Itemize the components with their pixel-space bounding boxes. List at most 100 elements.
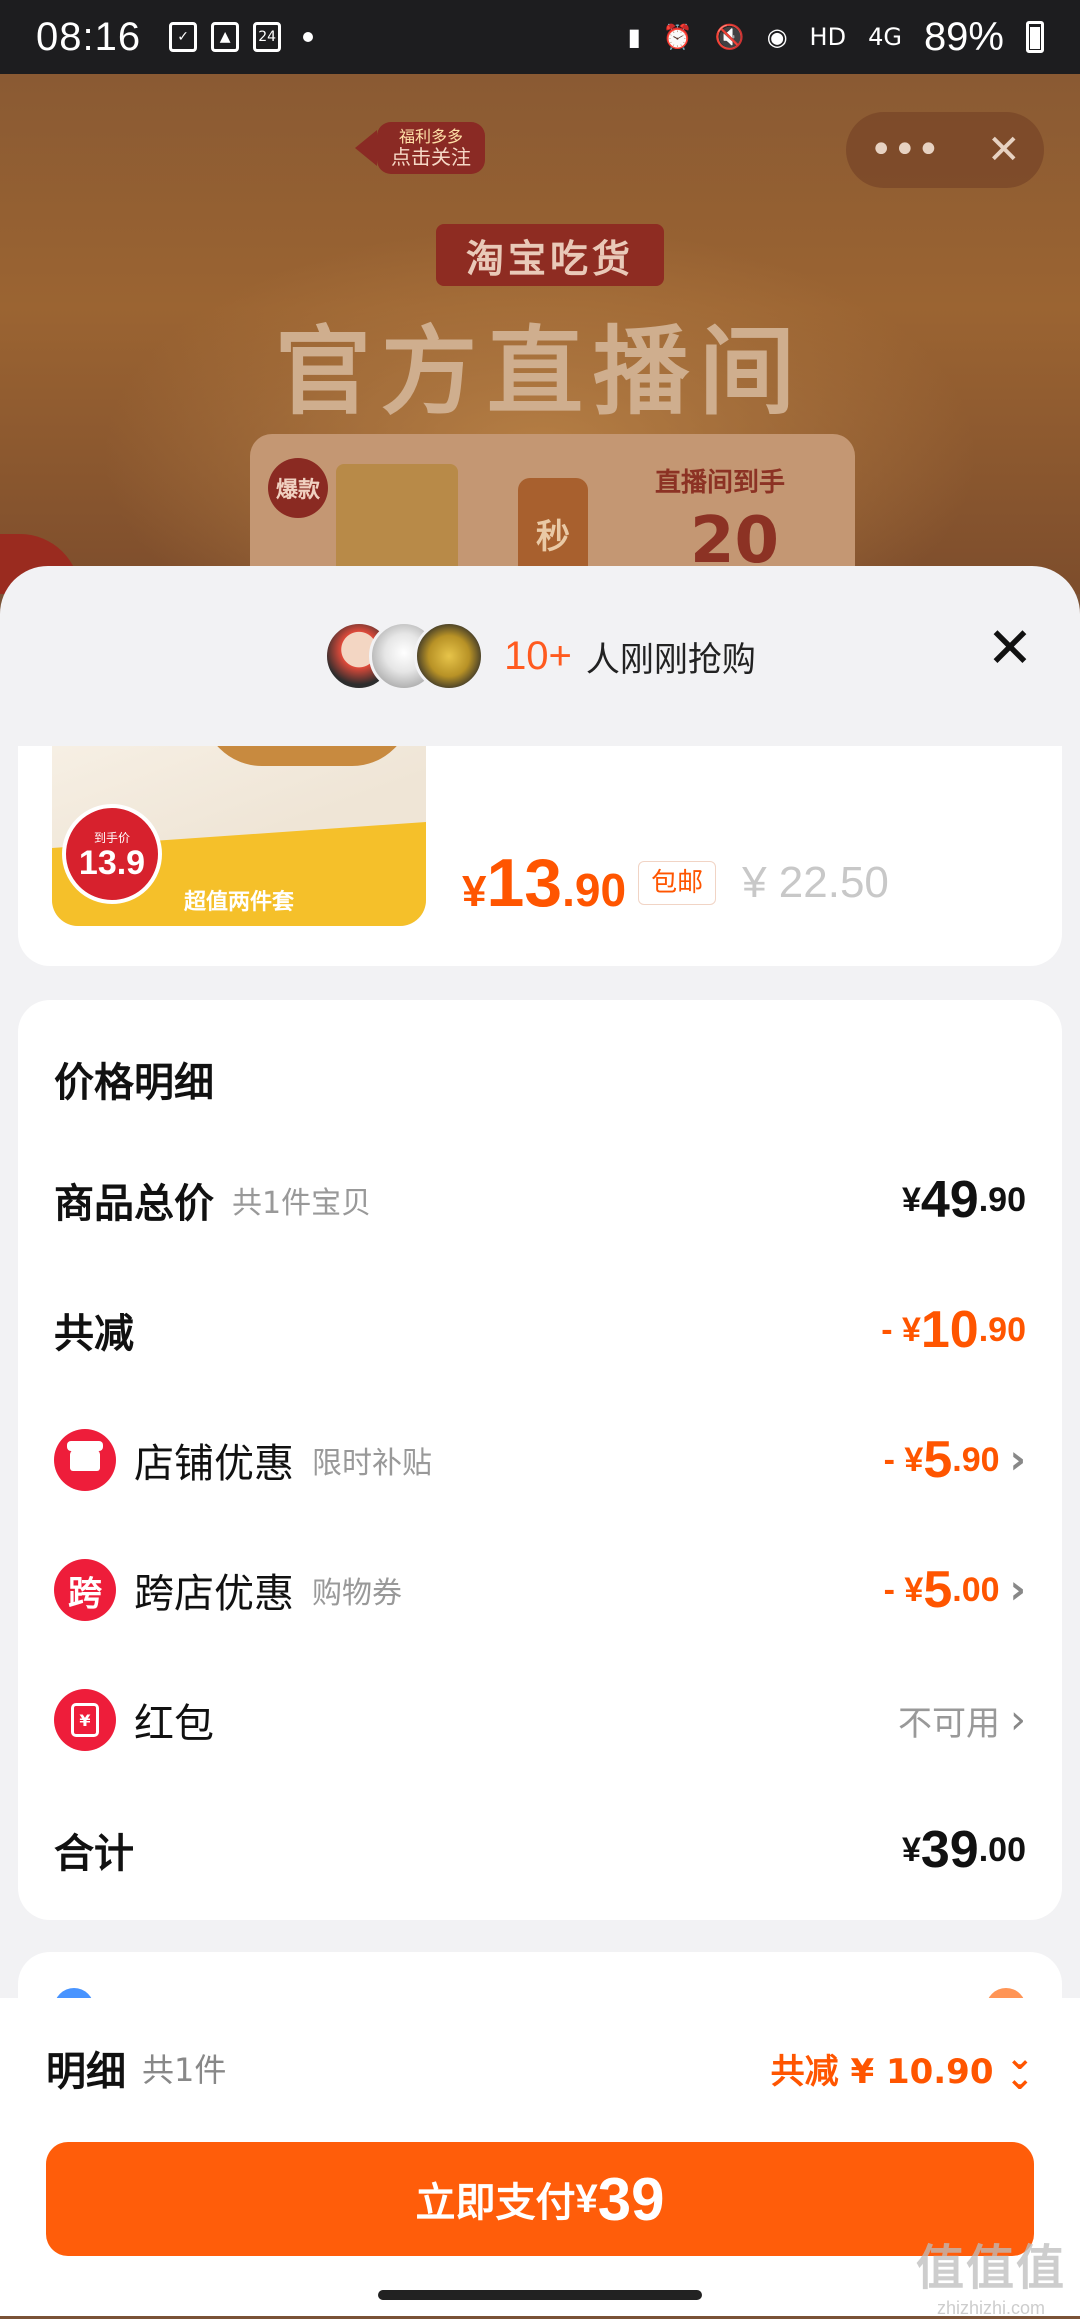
total-items-text: 共1件宝贝: [232, 1186, 372, 1221]
sim-icon: ▮: [627, 23, 641, 51]
follow-arrow-icon: [355, 129, 377, 166]
current-price-dec: .90: [562, 864, 627, 916]
home-indicator[interactable]: [378, 2290, 702, 2300]
store-icon: [54, 1429, 116, 1491]
avatar: [414, 621, 485, 691]
follow-bottom-text: 点击关注: [391, 144, 471, 169]
store-sym: - ¥: [883, 1440, 924, 1479]
red-packet-label: 红包: [134, 1701, 214, 1747]
sum-row: 合计 ¥39.00: [54, 1810, 1026, 1890]
checkbox-notification-icon: ✓: [169, 22, 198, 52]
watermark: 值值值 zhizhizhi.com: [916, 2228, 1066, 2319]
store-discount-sub: 限时补贴: [312, 1446, 432, 1481]
sheet-header: 10+ 人刚刚抢购 ✕: [0, 566, 1080, 746]
footer-detail-row[interactable]: 明细 共1件 共减 ¥ 10.90 ⌄ ⌄: [46, 2028, 1034, 2108]
discount-value: - ¥10.90: [881, 1300, 1026, 1360]
cross-store-icon: 跨: [54, 1559, 116, 1621]
status-bar: 08:16 ✓ ▲ 24 ▮ ⏰ 🔇 ◉ HD 4G 89%: [0, 0, 1080, 74]
red-packet-icon: ¥: [54, 1689, 116, 1751]
chevron-right-icon: ›: [1009, 1567, 1026, 1613]
free-shipping-tag: 包邮: [638, 861, 717, 905]
store-discount-row[interactable]: 店铺优惠 限时补贴 - ¥5.90 ›: [54, 1420, 1026, 1500]
image-notification-icon: ▲: [211, 22, 240, 52]
more-notifications-icon: [303, 32, 314, 42]
sum-sym: ¥: [901, 1830, 921, 1869]
total-sym: ¥: [901, 1180, 921, 1219]
store-dec: .90: [952, 1440, 1000, 1479]
notification-icons: ✓ ▲ 24: [169, 22, 314, 52]
discount-sym: - ¥: [881, 1310, 921, 1349]
price-detail-card: 价格明细 商品总价 共1件宝贝 ¥49.90 共减 - ¥10.90 店铺优惠 …: [18, 1000, 1062, 1920]
total-price-row: 商品总价 共1件宝贝 ¥49.90: [54, 1160, 1026, 1240]
pay-now-button[interactable]: 立即支付 ¥ 39: [46, 2142, 1034, 2256]
current-price-int: 13: [486, 845, 563, 921]
hot-badge: 爆款: [268, 458, 328, 518]
system-icons: ▮ ⏰ 🔇 ◉ HD 4G 89%: [628, 15, 1044, 60]
follow-pill[interactable]: 福利多多 点击关注: [377, 122, 485, 174]
chevron-right-icon: ›: [1010, 1697, 1026, 1743]
cross-store-label: 跨店优惠: [134, 1571, 294, 1617]
price-row: ¥13.90 包邮 ¥ 22.50: [462, 844, 889, 922]
sum-label: 合计: [54, 1831, 134, 1877]
live-controls: ••• ✕: [846, 112, 1044, 188]
hd-label: HD: [809, 23, 847, 51]
discount-label: 共减: [54, 1311, 134, 1357]
price-badge-label: 到手价: [93, 830, 130, 845]
sum-int: 39: [920, 1821, 979, 1879]
red-packet-row[interactable]: ¥ 红包 不可用 ›: [54, 1680, 1026, 1760]
follow-badge[interactable]: 福利多多 点击关注: [355, 122, 485, 174]
original-price: ¥ 22.50: [742, 858, 889, 907]
status-time: 08:16: [36, 14, 142, 59]
calendar-notification-icon: 24: [253, 22, 282, 52]
wifi-icon: ◉: [766, 23, 788, 51]
battery-percent: 89%: [923, 14, 1004, 59]
live-tag: 淘宝吃货: [436, 224, 664, 286]
close-icon[interactable]: ✕: [980, 616, 1040, 681]
live-room-background: 福利多多 点击关注 ••• ✕ 淘宝吃货 官方直播间 爆款 秒 直播间到手 20: [0, 74, 1080, 594]
buyer-avatars: [324, 621, 485, 691]
live-close-icon[interactable]: ✕: [987, 127, 1021, 173]
footer-discount-text: 共减 ¥ 10.90: [770, 2051, 994, 2092]
current-price: ¥13.90: [462, 844, 626, 922]
sheet-content[interactable]: 到手价 13.9 超值两件套 ¥13.90 包邮 ¥ 22.50 价格明细 商品…: [0, 746, 1080, 2126]
total-price-label: 商品总价: [54, 1181, 214, 1227]
cross-int: 5: [923, 1561, 953, 1619]
red-packet-status: 不可用 ›: [898, 1696, 1026, 1745]
footer-detail-label: 明细: [46, 2049, 126, 2095]
pay-button-label: 立即支付: [415, 2180, 576, 2226]
combo-label: 超值两件套: [183, 890, 294, 915]
live-title: 官方直播间: [275, 316, 805, 428]
red-packet-icon-inner: ¥: [71, 1703, 99, 1737]
red-packet-unavailable: 不可用: [898, 1703, 1000, 1744]
cross-dec: .00: [952, 1570, 1000, 1609]
cross-store-discount-row[interactable]: 跨 跨店优惠 购物券 - ¥5.00 ›: [54, 1550, 1026, 1630]
buyers-text: 人刚刚抢购: [585, 639, 756, 680]
cross-sym: - ¥: [883, 1570, 924, 1609]
total-dec: .90: [978, 1180, 1026, 1219]
promo-text: 直播间到手: [655, 468, 786, 498]
alarm-icon: ⏰: [662, 23, 693, 51]
price-badge-value: 13.9: [78, 843, 146, 882]
sum-value: ¥39.00: [902, 1820, 1026, 1880]
pay-button-symbol: ¥: [575, 2176, 598, 2221]
footer-item-count: 共1件: [142, 2051, 227, 2089]
current-price-symbol: ¥: [462, 867, 487, 916]
discount-int: 10: [920, 1301, 979, 1359]
chevron-right-icon: ›: [1009, 1437, 1026, 1483]
checkout-footer: 明细 共1件 共减 ¥ 10.90 ⌄ ⌄ 立即支付 ¥ 39 值值值 zhizh…: [0, 1998, 1080, 2319]
sum-dec: .00: [978, 1830, 1026, 1869]
store-int: 5: [923, 1431, 953, 1489]
cross-store-sub: 购物券: [312, 1576, 402, 1611]
store-discount-value: - ¥5.90 ›: [884, 1430, 1026, 1490]
signal-4g-label: 4G: [868, 23, 902, 51]
more-icon[interactable]: •••: [869, 127, 940, 173]
double-chevron-down-icon: ⌄ ⌄: [1005, 2037, 1035, 2098]
follow-top-text: 福利多多: [398, 127, 463, 146]
discount-row: 共减 - ¥10.90: [54, 1290, 1026, 1370]
discount-dec: .90: [978, 1310, 1026, 1349]
store-discount-label: 店铺优惠: [134, 1441, 294, 1487]
product-image: 到手价 13.9 超值两件套: [52, 746, 426, 926]
mute-icon: 🔇: [714, 23, 745, 51]
footer-discount-toggle[interactable]: 共减 ¥ 10.90 ⌄ ⌄: [770, 2037, 1035, 2098]
product-card[interactable]: 到手价 13.9 超值两件套 ¥13.90 包邮 ¥ 22.50: [18, 746, 1062, 966]
